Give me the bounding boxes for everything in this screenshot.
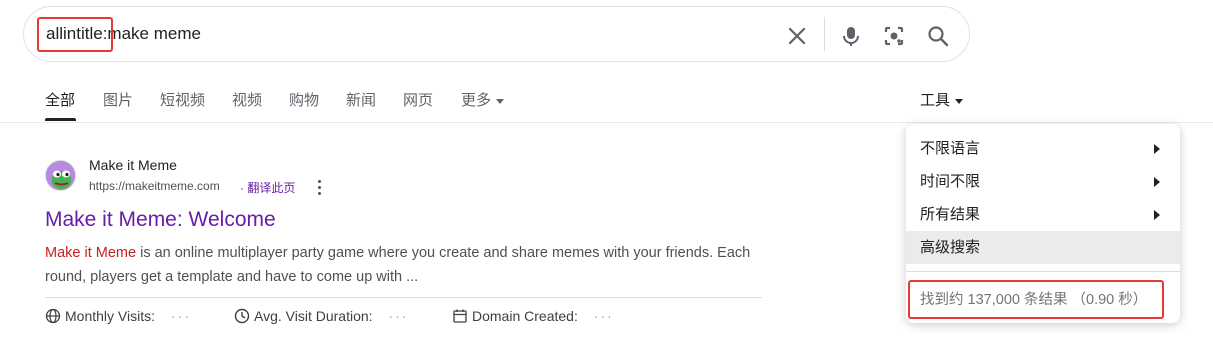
more-options-icon[interactable]	[313, 178, 325, 196]
site-favicon[interactable]	[45, 160, 76, 191]
query-terms: make meme	[107, 24, 201, 43]
mic-icon[interactable]	[838, 23, 864, 49]
metric-domain-created: Domain Created: ···	[452, 308, 614, 324]
chevron-right-icon	[1154, 144, 1160, 154]
query-operator-highlight	[37, 17, 113, 52]
metric-label: Monthly Visits:	[65, 308, 155, 324]
site-url[interactable]: https://makeitmeme.com	[89, 179, 220, 193]
menu-item-label: 不限语言	[920, 140, 981, 157]
menu-item-results[interactable]: 所有结果	[906, 198, 1180, 231]
chevron-down-icon	[496, 98, 505, 104]
site-name[interactable]: Make it Meme	[89, 157, 177, 173]
menu-item-time[interactable]: 时间不限	[906, 165, 1180, 198]
chevron-right-icon	[1154, 210, 1160, 220]
tab-all[interactable]: 全部	[45, 89, 75, 110]
globe-icon	[45, 308, 61, 324]
snippet-emphasis: Make it Meme	[45, 245, 137, 261]
menu-item-label: 所有结果	[920, 206, 981, 223]
search-divider	[824, 17, 825, 51]
menu-item-label: 高级搜索	[920, 239, 981, 256]
tab-images[interactable]: 图片	[103, 89, 133, 110]
metric-value: ···	[388, 308, 409, 324]
active-tab-indicator	[45, 118, 76, 121]
calendar-icon	[453, 309, 467, 323]
metric-label: Avg. Visit Duration:	[254, 308, 373, 324]
result-title-link[interactable]: Make it Meme: Welcome	[45, 208, 276, 232]
tab-videos[interactable]: 视频	[232, 89, 262, 110]
tab-news[interactable]: 新闻	[346, 89, 376, 110]
chevron-down-icon	[955, 98, 964, 104]
menu-divider	[906, 271, 1180, 272]
tools-menu: 不限语言 时间不限 所有结果 高级搜索 找到约 137,000 条结果 （0.9…	[906, 124, 1180, 323]
tab-shopping[interactable]: 购物	[289, 89, 319, 110]
search-tabs: 全部 图片 短视频 视频 购物 新闻 网页 更多 工具	[0, 86, 1213, 122]
tab-web[interactable]: 网页	[403, 89, 433, 110]
metric-value: ···	[593, 308, 614, 324]
metrics-divider	[45, 297, 762, 298]
tab-short-videos[interactable]: 短视频	[160, 89, 205, 110]
result-snippet: Make it Meme is an online multiplayer pa…	[45, 241, 765, 289]
tools-label: 工具	[920, 92, 951, 109]
menu-item-language[interactable]: 不限语言	[906, 132, 1180, 165]
metric-value: ···	[171, 308, 191, 324]
tab-more[interactable]: 更多	[461, 89, 505, 110]
search-icon[interactable]	[925, 23, 951, 49]
metric-avg-visit-duration: Avg. Visit Duration: ···	[234, 308, 409, 324]
clock-icon	[234, 308, 250, 324]
snippet-text: is an online multiplayer party game wher…	[45, 245, 751, 285]
tabs-divider	[0, 122, 1213, 123]
close-icon[interactable]	[784, 23, 810, 49]
tab-more-label: 更多	[461, 92, 492, 109]
lens-icon[interactable]	[881, 23, 907, 49]
search-box[interactable]: allintitle:make meme	[23, 6, 970, 62]
metric-label: Domain Created:	[472, 308, 578, 324]
result-stats-highlight	[908, 280, 1164, 319]
tools-button[interactable]: 工具	[920, 89, 964, 110]
menu-item-label: 时间不限	[920, 173, 981, 190]
menu-item-advanced-search[interactable]: 高级搜索	[906, 231, 1180, 264]
metric-monthly-visits: Monthly Visits: ···	[45, 308, 191, 324]
chevron-right-icon	[1154, 177, 1160, 187]
translate-link[interactable]: · 翻译此页	[240, 179, 295, 196]
